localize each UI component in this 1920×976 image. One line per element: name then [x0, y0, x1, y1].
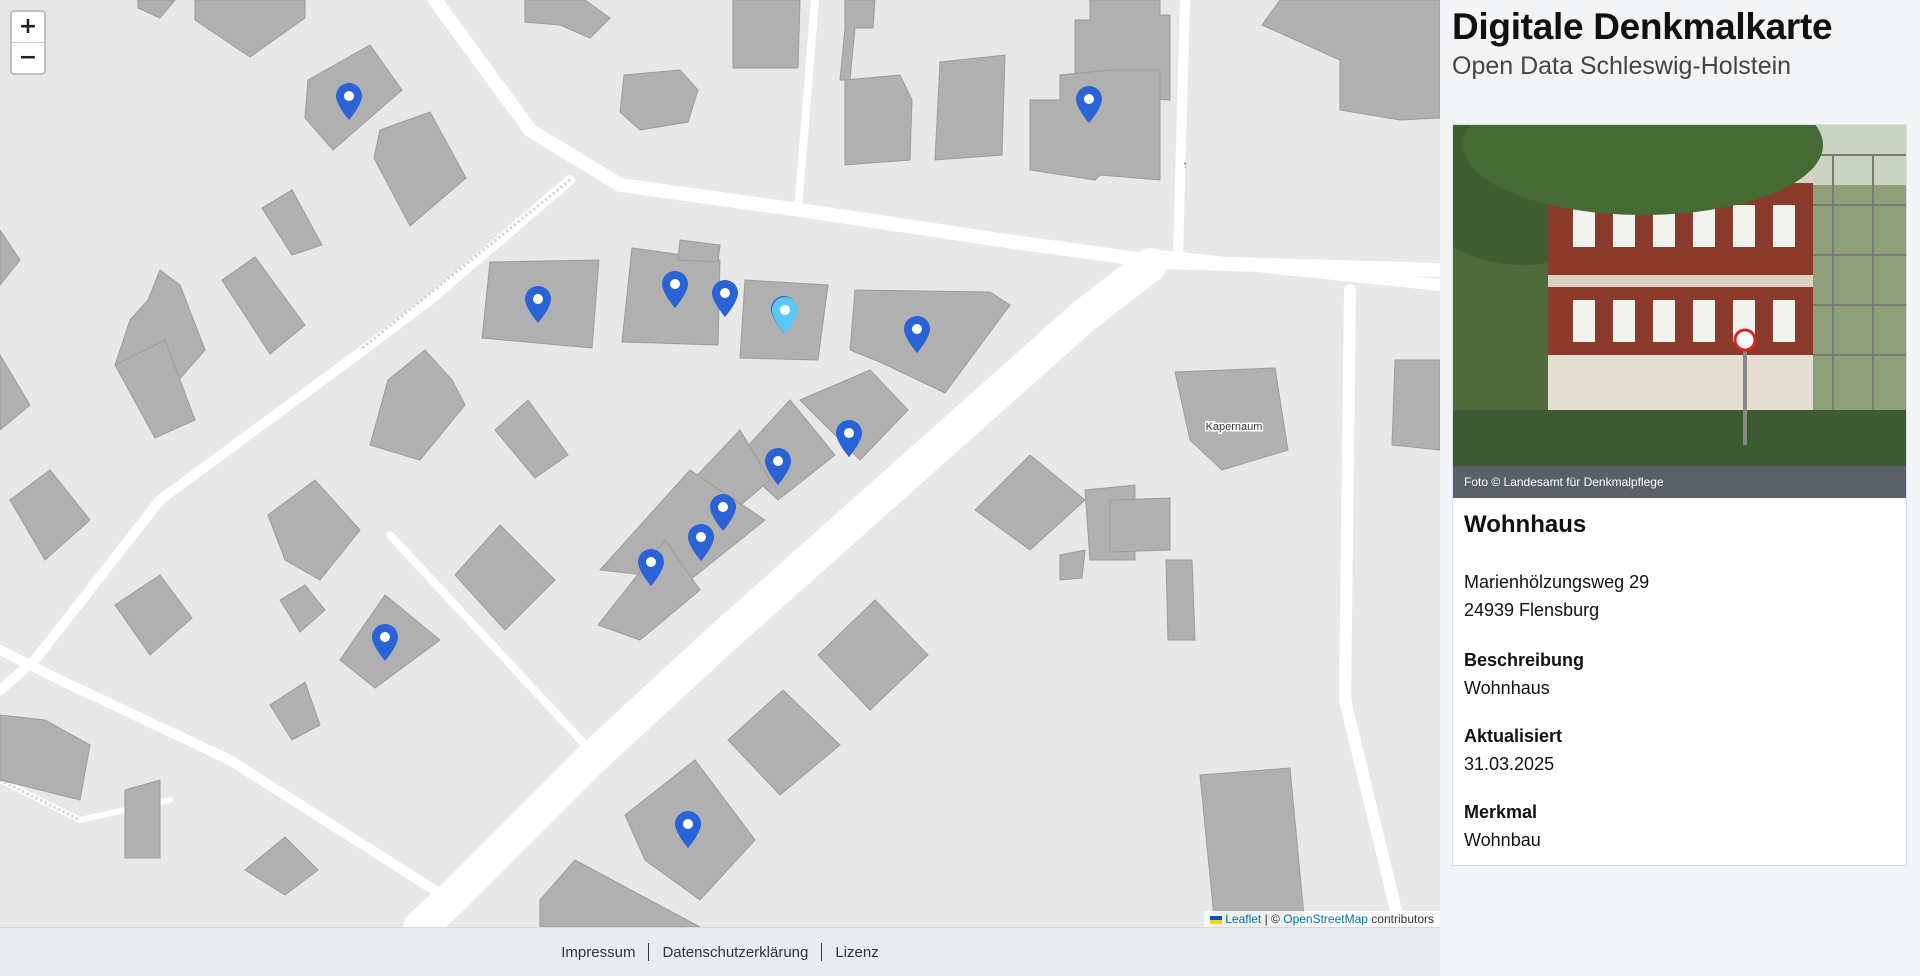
detail-panel: Digitale Denkmalkarte Open Data Schleswi… — [1440, 0, 1920, 976]
monument-marker[interactable] — [334, 81, 364, 121]
footer: Impressum Datenschutzerklärung Lizenz — [0, 927, 1440, 976]
monument-marker[interactable] — [636, 547, 666, 587]
updated-value: 31.03.2025 — [1464, 754, 1555, 774]
monument-card: Foto © Landesamt für Denkmalpflege Wohnh… — [1452, 124, 1907, 866]
zoom-control: + − — [10, 10, 46, 75]
monument-marker[interactable] — [902, 314, 932, 354]
updated-label: Aktualisiert — [1464, 726, 1563, 746]
privacy-link[interactable]: Datenschutzerklärung — [649, 944, 821, 961]
monument-marker[interactable] — [673, 809, 703, 849]
monument-address: Marienhölzungsweg 29 24939 Flensburg — [1464, 568, 1649, 624]
description-label: Beschreibung — [1464, 650, 1585, 670]
monument-marker[interactable] — [660, 269, 690, 309]
monument-marker[interactable] — [1074, 84, 1104, 124]
osm-link[interactable]: OpenStreetMap — [1283, 912, 1368, 926]
address-street: Marienhölzungsweg 29 — [1464, 572, 1650, 592]
monument-photo — [1453, 125, 1906, 466]
monument-name: Wohnhaus — [1464, 511, 1587, 538]
impressum-link[interactable]: Impressum — [548, 944, 648, 961]
monument-marker[interactable] — [370, 622, 400, 662]
monument-marker[interactable] — [763, 446, 793, 486]
zoom-out-button[interactable]: − — [12, 42, 44, 73]
oneway-arrow: ↑ — [1183, 160, 1188, 171]
ukraine-flag-icon — [1210, 915, 1223, 924]
attribution-suffix: contributors — [1371, 912, 1434, 926]
monument-marker[interactable] — [523, 284, 553, 324]
map[interactable]: Kapernaum ↑ + − Leaflet | © OpenStreetMa… — [0, 0, 1440, 927]
map-tiles[interactable]: Kapernaum ↑ — [0, 0, 1440, 927]
zoom-in-button[interactable]: + — [12, 12, 44, 42]
monument-marker[interactable] — [686, 522, 716, 562]
feature-label: Merkmal — [1464, 802, 1538, 822]
leaflet-link[interactable]: Leaflet — [1225, 912, 1261, 926]
license-link[interactable]: Lizenz — [822, 944, 891, 961]
map-attribution: Leaflet | © OpenStreetMap contributors — [1204, 911, 1440, 927]
building-label: Kapernaum — [1206, 421, 1263, 433]
feature-value: Wohnbau — [1464, 830, 1541, 850]
page-title: Digitale Denkmalkarte — [1452, 6, 1833, 47]
monument-marker[interactable] — [710, 278, 740, 318]
photo-caption: Foto © Landesamt für Denkmalpflege — [1453, 466, 1906, 498]
monument-marker[interactable] — [834, 418, 864, 458]
page-subtitle: Open Data Schleswig-Holstein — [1452, 52, 1792, 80]
selected-monument-marker[interactable] — [770, 295, 800, 335]
description-value: Wohnhaus — [1464, 678, 1550, 698]
address-city: 24939 Flensburg — [1464, 600, 1600, 620]
attribution-separator: | © — [1264, 912, 1280, 926]
